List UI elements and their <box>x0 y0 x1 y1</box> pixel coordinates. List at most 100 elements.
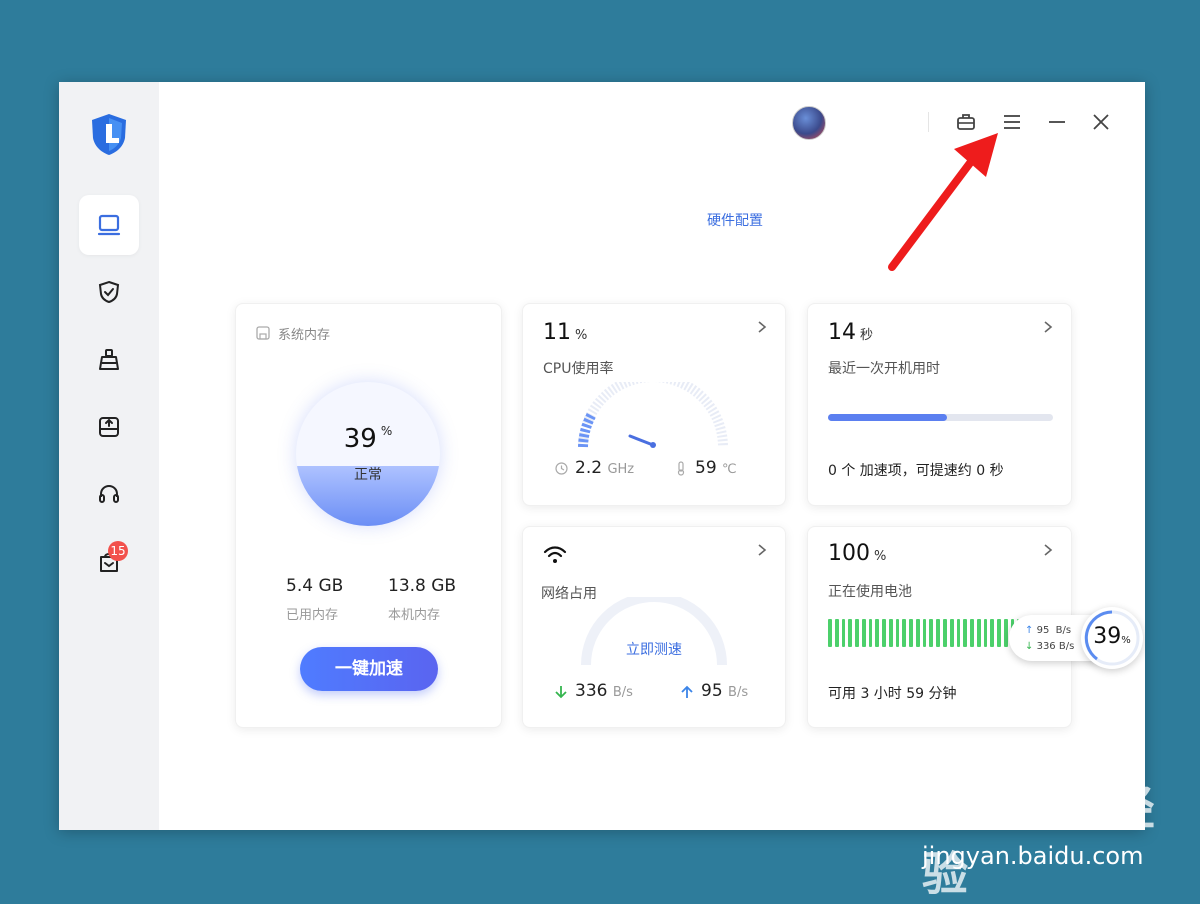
battery-segment <box>861 619 866 647</box>
battery-segment <box>855 619 859 647</box>
boot-time-label: 最近一次开机用时 <box>828 361 940 377</box>
boot-progress-bar <box>828 414 1053 421</box>
disk-icon <box>99 417 119 437</box>
battery-segment <box>882 619 886 647</box>
boot-progress-fill <box>828 414 948 421</box>
memory-card: 系统内存 39% 正常 5.4 GB 已用内存 13.8 GB 本机内存 一键加… <box>235 303 502 728</box>
battery-segment <box>929 619 934 647</box>
battery-segment <box>841 619 846 647</box>
arrow-up-icon <box>681 685 693 698</box>
battery-segment <box>902 619 907 647</box>
watermark-url: jingyan.baidu.com <box>922 842 1144 870</box>
network-download-unit: B/s <box>612 685 633 700</box>
watermark-logo: Bai du 经验 <box>922 781 1156 901</box>
battery-segment <box>922 619 927 647</box>
annotation-arrow-icon <box>888 133 998 271</box>
wifi-icon <box>543 546 567 563</box>
speed-test-button[interactable]: 立即测速 <box>523 639 785 659</box>
battery-segment <box>936 619 941 647</box>
sidebar-item-security[interactable] <box>79 262 139 322</box>
memory-percent: 39 <box>343 424 377 454</box>
memory-total-value: 13.8 GB <box>388 576 457 596</box>
cpu-frequency-unit: GHz <box>607 462 635 477</box>
float-upload-value: 95 <box>1036 625 1050 636</box>
floating-speed-widget[interactable]: ↑ 95 B/s ↓ 336 B/s 39% <box>1009 607 1145 669</box>
sidebar-item-support[interactable] <box>79 464 139 524</box>
thermometer-icon <box>677 461 685 476</box>
battery-segment <box>834 619 839 647</box>
floating-memory-circle: 39% <box>1081 607 1143 669</box>
sidebar-item-messages[interactable]: 15 <box>79 532 139 592</box>
network-card[interactable]: 网络占用 立即测速 336 B/s 95 B/s <box>522 526 786 728</box>
float-memory-percent: 39 <box>1093 624 1122 649</box>
notification-badge: 15 <box>108 541 128 561</box>
network-upload-value: 95 <box>701 681 723 701</box>
boot-note: 0 个 加速项，可提速约 0 秒 <box>828 463 1004 479</box>
memory-icon <box>256 326 270 340</box>
battery-segment <box>943 619 947 647</box>
memory-gauge: 39% 正常 <box>296 382 440 526</box>
clean-icon <box>99 349 119 370</box>
close-button[interactable] <box>1087 108 1115 136</box>
minimize-button[interactable] <box>1043 108 1071 136</box>
battery-segment <box>949 619 954 647</box>
one-click-accelerate-button[interactable]: 一键加速 <box>300 647 438 691</box>
battery-segment <box>956 619 961 647</box>
minimize-icon <box>1049 121 1065 123</box>
chevron-right-icon <box>1044 544 1053 556</box>
float-memory-percent-unit: % <box>1121 635 1131 646</box>
float-down-arrow-icon: ↓ <box>1025 641 1034 652</box>
battery-segment <box>909 619 913 647</box>
cpu-gauge <box>578 382 728 448</box>
avatar[interactable] <box>792 106 826 140</box>
headset-icon <box>99 484 119 503</box>
battery-segment <box>895 619 900 647</box>
sidebar-item-overview[interactable] <box>79 195 139 255</box>
float-upload-unit: B/s <box>1055 625 1072 636</box>
shield-icon <box>98 280 120 304</box>
battery-label: 正在使用电池 <box>828 584 912 600</box>
cpu-card[interactable]: 11% CPU使用率 2.2 GHz 59 ℃ <box>522 303 786 506</box>
float-up-arrow-icon: ↑ <box>1025 625 1034 636</box>
chevron-right-icon <box>758 544 767 556</box>
memory-total-label: 本机内存 <box>388 608 441 623</box>
battery-value: 100 <box>828 541 870 566</box>
memory-percent-unit: % <box>380 424 393 438</box>
memory-status: 正常 <box>354 467 382 483</box>
boot-time-card[interactable]: 14 秒 最近一次开机用时 0 个 加速项，可提速约 0 秒 <box>807 303 1072 506</box>
battery-segment <box>848 619 853 647</box>
battery-segment <box>868 619 873 647</box>
cpu-value: 11 <box>543 320 571 345</box>
battery-segment <box>976 619 981 647</box>
memory-title: 系统内存 <box>278 328 331 343</box>
arrow-down-icon <box>555 686 567 699</box>
battery-segment <box>1003 619 1008 647</box>
app-logo-icon <box>89 112 129 156</box>
clock-icon <box>555 462 568 475</box>
network-download-value: 336 <box>575 681 608 701</box>
boot-time-value: 14 <box>828 320 856 345</box>
chevron-right-icon <box>1044 321 1053 333</box>
cpu-temperature: 59 <box>695 458 717 478</box>
cpu-temperature-unit: ℃ <box>722 462 737 477</box>
battery-unit: % <box>874 549 887 564</box>
battery-segment <box>990 619 995 647</box>
sidebar-item-disk[interactable] <box>79 397 139 457</box>
battery-segment <box>970 619 974 647</box>
battery-segment <box>963 619 968 647</box>
battery-segment <box>983 619 988 647</box>
hardware-config-link[interactable]: 硬件配置 <box>707 210 763 230</box>
sidebar: 15 <box>59 82 159 830</box>
battery-level-bar <box>828 619 1028 647</box>
cpu-frequency: 2.2 <box>575 458 603 478</box>
monitor-icon <box>97 214 121 236</box>
sidebar-item-clean[interactable] <box>79 330 139 390</box>
close-icon <box>1093 114 1109 130</box>
chevron-right-icon <box>758 321 767 333</box>
battery-segment <box>888 619 893 647</box>
battery-segment <box>997 619 1001 647</box>
battery-segment <box>915 619 920 647</box>
memory-used-label: 已用内存 <box>286 608 339 623</box>
cpu-unit: % <box>575 328 588 343</box>
battery-segment <box>875 619 880 647</box>
